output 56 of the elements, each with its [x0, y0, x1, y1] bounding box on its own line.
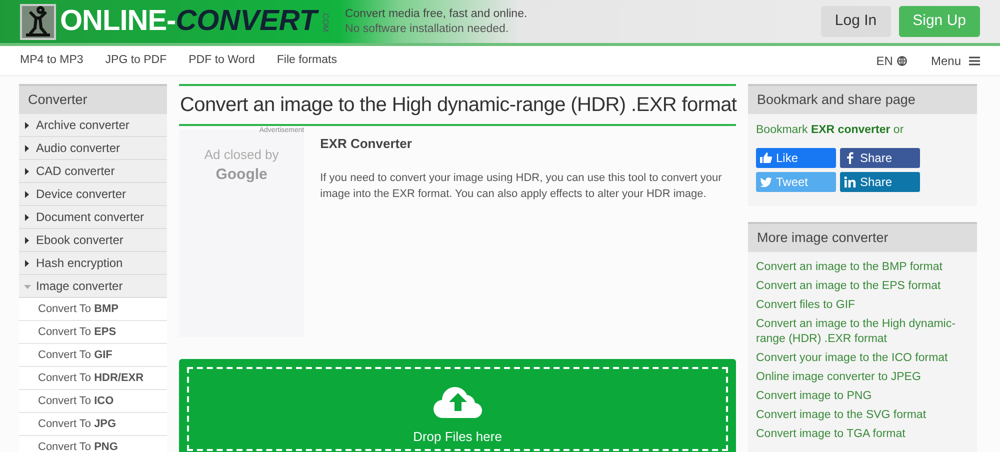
bookmark-text: Bookmark EXR converter or	[756, 123, 905, 138]
caret-right-icon	[24, 166, 31, 176]
sidebar-item[interactable]: CAD converter	[19, 160, 167, 184]
panel-header: Converter	[19, 84, 167, 114]
ad-closed-text: Ad closed by Google	[203, 146, 280, 185]
sidebar-item[interactable]: Audio converter	[19, 137, 167, 160]
converter-link[interactable]: Convert an image to the EPS format	[756, 278, 969, 294]
sidebar-item[interactable]: Ebook converter	[19, 229, 167, 252]
sidebar-item[interactable]: Document converter	[19, 206, 167, 230]
caret-right-icon	[24, 120, 31, 130]
facebook-icon	[844, 152, 856, 164]
menu-icon	[969, 56, 980, 66]
thumbs-up-icon	[760, 152, 772, 164]
converter-link[interactable]: Convert your image to the ICO format	[756, 350, 969, 366]
drop-label: Drop Files here	[413, 428, 502, 446]
converter-link[interactable]: Online image converter to JPEG	[756, 370, 969, 385]
converter-heading: EXR Converter	[320, 135, 413, 153]
nav-link[interactable]: MP4 to MP3	[20, 52, 84, 70]
converter-link[interactable]: Convert image to PNG	[756, 388, 969, 404]
tagline: Convert media free, fast and online.	[344, 6, 528, 22]
caret-right-icon	[24, 212, 31, 222]
converter-link[interactable]: Convert files to GIF	[756, 298, 969, 313]
logo-suffix: .COM	[320, 11, 329, 32]
linkedin-icon	[844, 176, 856, 188]
sidebar-item[interactable]: Archive converter	[19, 114, 167, 138]
share-button[interactable]: Share	[840, 148, 920, 168]
page-title: Convert an image to the High dynamic-range (HDR) .EXR format	[179, 84, 736, 126]
converter-link[interactable]: Convert an image to the BMP format	[756, 260, 969, 275]
converter-link[interactable]: Convert image to the SVG format	[756, 408, 969, 423]
tagline: No software installation needed.	[344, 22, 510, 36]
logo-text: CONVERT	[176, 7, 317, 36]
share-button[interactable]: Share	[840, 172, 920, 192]
converter-description: If you need to convert your image using HDR, you can use this tool to convert your image into the EXR format. You can also apply effects to alter your HDR image.	[320, 170, 723, 202]
logo-text: ONLINE-	[60, 7, 176, 36]
globe-icon	[896, 56, 907, 66]
nav-link[interactable]: JPG to PDF	[105, 52, 167, 70]
panel-header: Bookmark and share page	[748, 84, 977, 114]
converter-link[interactable]: Convert image to TGA format	[756, 426, 969, 442]
twitter-icon	[760, 176, 772, 188]
log-in-button[interactable]: Log In	[820, 6, 891, 37]
caret-right-icon	[24, 190, 31, 199]
like-button[interactable]: Like	[756, 148, 836, 168]
sidebar-item[interactable]: Image converter	[19, 275, 167, 298]
converter-link[interactable]: Convert an image to the High dynamic-range (HDR) .EXR format	[756, 316, 969, 347]
menu-link[interactable]: Menu	[930, 52, 961, 70]
logo-icon	[20, 4, 56, 40]
caret-right-icon	[24, 144, 31, 153]
nav-link[interactable]: PDF to Word	[188, 52, 255, 70]
panel-header: More image converter	[748, 222, 977, 252]
nav-link[interactable]: File formats	[276, 52, 337, 70]
sidebar-item[interactable]: Device converter	[19, 183, 167, 206]
language-selector[interactable]: EN	[876, 52, 893, 70]
upload-cloud-icon	[432, 385, 482, 419]
caret-right-icon	[24, 236, 31, 245]
sidebar-item[interactable]: Hash encryption	[19, 252, 167, 276]
caret-right-icon	[24, 258, 31, 268]
